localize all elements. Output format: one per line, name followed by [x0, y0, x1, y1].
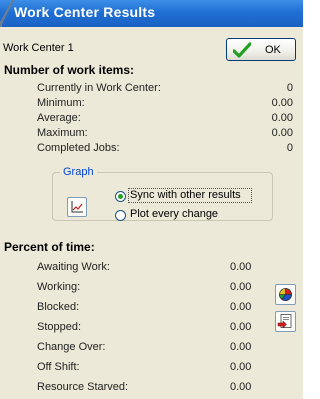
work-items-label: Average:	[37, 112, 81, 124]
percent-time-value: 0.00	[230, 321, 252, 333]
ok-button[interactable]: OK	[226, 38, 296, 61]
focus-rect	[128, 188, 252, 203]
results-window: Work Center Results Work Center 1 OK Num…	[0, 0, 303, 399]
work-items-label: Currently in Work Center:	[37, 82, 161, 94]
title-bar[interactable]: Work Center Results	[0, 0, 303, 27]
percent-time-value: 0.00	[230, 361, 252, 373]
graph-group-label: Graph	[60, 166, 97, 178]
work-items-label: Completed Jobs:	[37, 142, 120, 154]
document-export-icon	[277, 314, 292, 329]
percent-time-value: 0.00	[230, 341, 252, 353]
percent-time-label: Resource Starved:	[37, 381, 129, 393]
work-items-value: 0	[286, 142, 293, 154]
percent-time-value: 0.00	[230, 281, 252, 293]
work-items-value: 0	[286, 82, 293, 94]
percent-time-label: Off Shift:	[37, 361, 80, 373]
line-chart-icon	[71, 201, 83, 213]
percent-time-label: Blocked:	[37, 301, 80, 313]
percent-time-value: 0.00	[230, 381, 252, 393]
percent-time-label: Stopped:	[37, 321, 82, 333]
pie-chart-button[interactable]	[275, 284, 296, 305]
work-items-heading: Number of work items:	[4, 63, 135, 77]
percent-time-value: 0.00	[230, 301, 252, 313]
plot-every-change-label[interactable]: Plot every change	[130, 208, 218, 220]
ok-label: OK	[265, 44, 281, 56]
check-icon	[233, 42, 251, 58]
percent-time-value: 0.00	[230, 261, 252, 273]
work-items-label: Minimum:	[37, 97, 85, 109]
work-items-value: 0.00	[271, 112, 293, 124]
sync-radio[interactable]	[115, 191, 126, 202]
dialog-body: Work Center 1 OK Number of work items: C…	[0, 27, 303, 399]
pie-chart-icon	[279, 288, 292, 301]
percent-time-label: Change Over:	[37, 341, 106, 353]
export-report-button[interactable]	[275, 311, 296, 332]
window-title: Work Center Results	[14, 4, 156, 20]
work-items-value: 0.00	[271, 127, 293, 139]
graph-button[interactable]	[67, 197, 87, 217]
percent-time-label: Working:	[37, 281, 81, 293]
work-items-value: 0.00	[271, 97, 293, 109]
percent-time-label: Awaiting Work:	[37, 261, 110, 273]
work-items-label: Maximum:	[37, 127, 88, 139]
plot-every-change-radio[interactable]	[115, 210, 126, 221]
work-center-name: Work Center 1	[3, 42, 74, 54]
percent-time-heading: Percent of time:	[4, 240, 95, 254]
radio-selected-dot	[118, 194, 123, 199]
